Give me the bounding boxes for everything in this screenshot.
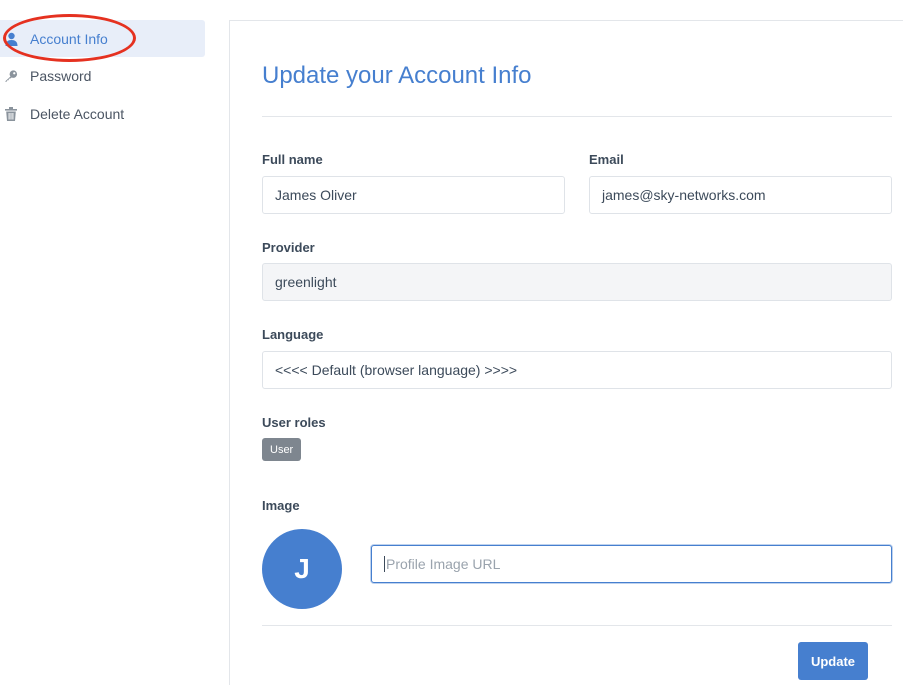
sidebar-item-label: Delete Account bbox=[30, 105, 125, 122]
language-selected-value: <<<< Default (browser language) >>>> bbox=[275, 362, 518, 378]
page-title: Update your Account Info bbox=[262, 62, 532, 89]
user-roles-label: User roles bbox=[262, 415, 326, 430]
form-footer-divider bbox=[262, 625, 892, 626]
language-select[interactable]: <<<< Default (browser language) >>>> bbox=[262, 351, 892, 389]
email-field[interactable]: james@sky-networks.com bbox=[589, 176, 892, 214]
provider-field: greenlight bbox=[262, 263, 892, 301]
full-name-value: James Oliver bbox=[275, 187, 357, 203]
full-name-field[interactable]: James Oliver bbox=[262, 176, 565, 214]
sidebar-item-password[interactable]: Password bbox=[0, 57, 205, 94]
profile-image-url-placeholder: Profile Image URL bbox=[386, 556, 501, 572]
sidebar-item-label: Password bbox=[30, 67, 92, 84]
trash-icon bbox=[4, 106, 18, 121]
update-button[interactable]: Update bbox=[798, 642, 868, 680]
account-settings-page: Account Info Password Delete Account Upd… bbox=[0, 0, 903, 685]
title-divider bbox=[262, 116, 892, 117]
sidebar-item-label: Account Info bbox=[30, 30, 108, 47]
sidebar-item-account-info[interactable]: Account Info bbox=[0, 20, 205, 57]
text-caret bbox=[384, 556, 385, 572]
sidebar-item-delete-account[interactable]: Delete Account bbox=[0, 95, 205, 132]
language-label: Language bbox=[262, 327, 324, 342]
email-label: Email bbox=[589, 152, 624, 167]
key-icon bbox=[4, 69, 18, 83]
image-label: Image bbox=[262, 498, 300, 513]
email-value: james@sky-networks.com bbox=[602, 187, 766, 203]
profile-image-url-input[interactable]: Profile Image URL bbox=[371, 545, 892, 583]
provider-value: greenlight bbox=[275, 274, 337, 290]
provider-label: Provider bbox=[262, 240, 315, 255]
full-name-label: Full name bbox=[262, 152, 323, 167]
role-badge: User bbox=[262, 438, 302, 461]
user-icon bbox=[4, 32, 18, 46]
settings-sidebar: Account Info Password Delete Account bbox=[0, 0, 210, 685]
avatar: J bbox=[262, 529, 342, 609]
